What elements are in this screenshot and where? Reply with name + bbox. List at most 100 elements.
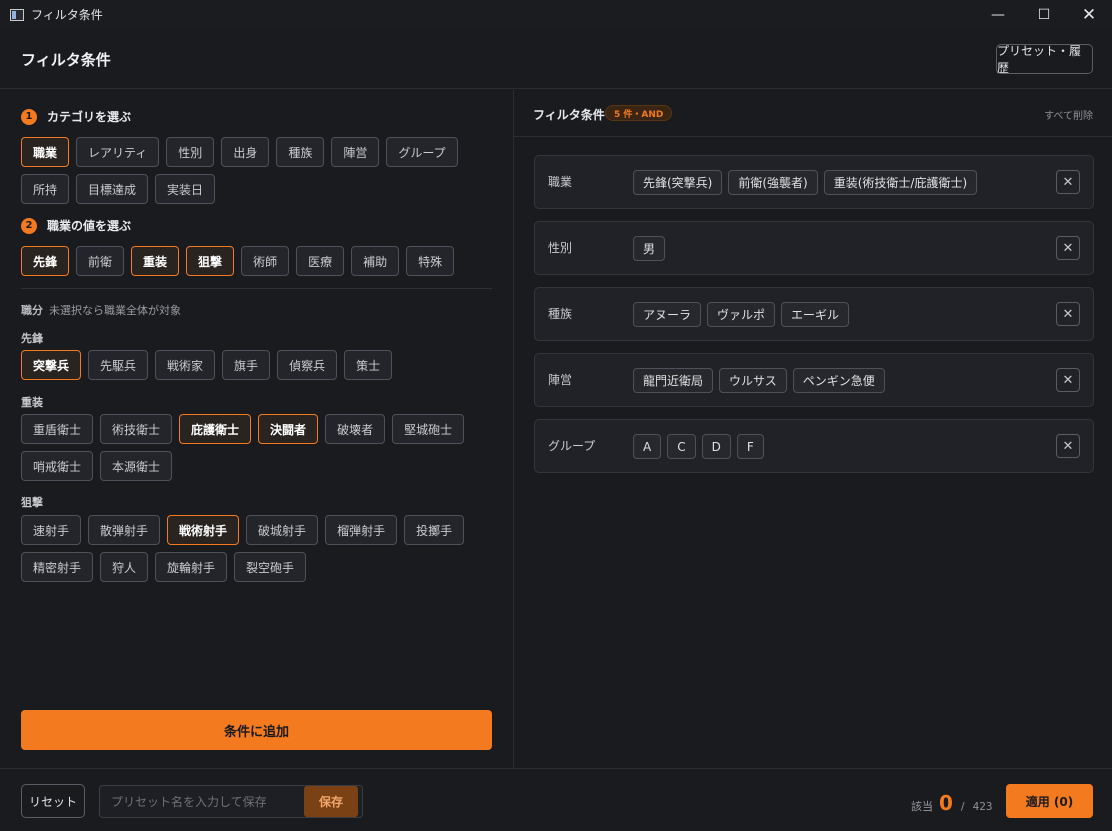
category-chip[interactable]: 職業 [21,137,70,167]
condition-card: 性別 男 ✕ [534,221,1094,275]
value-chips: 先鋒 前衛 重装 狙撃 術師 医療 補助 特殊 [21,246,493,276]
subclass-chip[interactable]: 投擲手 [404,515,465,545]
count-total: 423 [972,800,993,813]
subclass-chip[interactable]: 榴弾射手 [325,515,398,545]
subclass-chip[interactable]: 堅城砲士 [392,414,465,444]
subclass-chip[interactable]: 狩人 [100,552,149,582]
condition-value-tag: C [667,434,696,459]
subclass-chip[interactable]: 裂空砲手 [234,552,307,582]
condition-value-tag: 龍門近衛局 [633,368,714,393]
preset-history-button[interactable]: プリセット・履歴 [996,44,1093,75]
category-chip[interactable]: 目標達成 [76,174,149,204]
group-label: 先鋒 [21,332,43,345]
remove-condition-icon[interactable]: ✕ [1056,236,1080,260]
subclass-chip[interactable]: 戦術家 [155,350,216,380]
step-number: 2 [21,217,37,234]
category-chip[interactable]: 出身 [221,137,270,167]
category-chip[interactable]: 性別 [166,137,215,167]
condition-value-tag: ウルサス [719,368,787,393]
condition-values: アヌーラ ヴァルポ エーギル [633,302,850,327]
divider [514,136,1112,137]
subclass-chips: 速射手 散弾射手 戦術射手 破城射手 榴弾射手 投擲手精密射手 狩人 旋輪射手 裂空砲手 [21,515,493,582]
group-label: 狙撃 [21,496,43,509]
subclass-chip[interactable]: 偵察兵 [277,350,338,380]
reset-button[interactable]: リセット [21,784,85,818]
count-separator: / [960,800,965,813]
subclass-chip[interactable]: 術技衛士 [100,414,173,444]
count-current: 0 [939,791,953,815]
category-chip[interactable]: 実装日 [155,174,216,204]
close-window-icon[interactable]: ✕ [1066,0,1112,29]
subclass-chip[interactable]: 散弾射手 [88,515,161,545]
condition-value-tag: 先鋒(突撃兵) [633,170,723,195]
subclass-chip[interactable]: 突撃兵 [21,350,82,380]
condition-name: 陣営 [548,373,573,387]
page-header: フィルタ条件 プリセット・履歴 [0,29,1112,89]
category-chip[interactable]: グループ [386,137,458,167]
subclass-hint: 未選択なら職業全体が対象 [49,304,181,317]
step-label: 職業の値を選ぶ [47,219,132,233]
condition-card: グループ A C D F ✕ [534,419,1094,473]
subclass-title: 職分 [21,304,43,317]
page-title: フィルタ条件 [21,51,111,69]
condition-value-tag: ヴァルポ [707,302,776,327]
step-label: カテゴリを選ぶ [47,110,132,124]
subclass-chip[interactable]: 重盾衛士 [21,414,94,444]
subclass-chip[interactable]: 哨戒衛士 [21,451,94,481]
category-chips: 職業 レアリティ 性別 出身 種族 陣営 グループ所持 目標達成 実装日 [21,137,493,204]
subclass-chip[interactable]: 決闘者 [258,414,319,444]
condition-value-tag: 男 [633,236,666,261]
window-title: フィルタ条件 [31,8,103,22]
subclass-chips: 突撃兵 先駆兵 戦術家 旗手 偵察兵 策士 [21,350,493,380]
minimize-icon[interactable]: — [975,0,1021,29]
remove-condition-icon[interactable]: ✕ [1056,302,1080,326]
condition-card: 職業 先鋒(突撃兵) 前衛(強襲者) 重装(術技衛士/庇護衛士) ✕ [534,155,1094,209]
subclass-chip[interactable]: 精密射手 [21,552,94,582]
subclass-chip[interactable]: 策士 [344,350,393,380]
subclass-header: 職分 未選択なら職業全体が対象 [21,302,181,318]
category-chip[interactable]: 陣営 [331,137,380,167]
conditions-title: フィルタ条件 [533,108,605,122]
footer-bar: リセット 保存 該当 0 / 423 適用 (0) [0,768,1112,831]
category-chip[interactable]: レアリティ [76,137,160,167]
step-number: 1 [21,108,37,125]
condition-name: グループ [548,439,596,453]
subclass-chip[interactable]: 本源衛士 [100,451,173,481]
step-2-header: 2 職業の値を選ぶ [21,217,131,234]
add-condition-button[interactable]: 条件に追加 [21,710,492,750]
apply-button[interactable]: 適用 (0) [1006,784,1093,818]
value-chip[interactable]: 重装 [131,246,180,276]
condition-value-tag: A [633,434,662,459]
remove-condition-icon[interactable]: ✕ [1056,170,1080,194]
subclass-chip[interactable]: 戦術射手 [167,515,240,545]
save-preset-button[interactable]: 保存 [304,786,358,817]
condition-value-tag: 重装(術技衛士/庇護衛士) [823,170,978,195]
category-chip[interactable]: 所持 [21,174,70,204]
subclass-chip[interactable]: 速射手 [21,515,82,545]
value-chip[interactable]: 前衛 [76,246,125,276]
remove-condition-icon[interactable]: ✕ [1056,368,1080,392]
preset-name-input[interactable] [100,786,305,817]
condition-value-tag: ペンギン急便 [792,368,885,393]
subclass-chip[interactable]: 旗手 [222,350,271,380]
subclass-chip[interactable]: 先駆兵 [88,350,149,380]
value-chip[interactable]: 補助 [351,246,400,276]
value-chip[interactable]: 特殊 [406,246,455,276]
subclass-chip[interactable]: 庇護衛士 [179,414,252,444]
divider [21,288,492,289]
value-chip[interactable]: 術師 [241,246,290,276]
remove-condition-icon[interactable]: ✕ [1056,434,1080,458]
subclass-chips: 重盾衛士 術技衛士 庇護衛士 決闘者 破壊者 堅城砲士哨戒衛士 本源衛士 [21,414,493,481]
condition-values: 龍門近衛局 ウルサス ペンギン急便 [633,368,885,393]
value-chip[interactable]: 狙撃 [186,246,235,276]
maximize-icon[interactable]: ☐ [1021,0,1067,29]
condition-value-tag: アヌーラ [633,302,702,327]
value-chip[interactable]: 医療 [296,246,345,276]
category-chip[interactable]: 種族 [276,137,325,167]
clear-all-link[interactable]: すべて削除 [1044,107,1093,122]
subclass-chip[interactable]: 旋輪射手 [155,552,228,582]
condition-value-tag: D [701,434,731,459]
subclass-chip[interactable]: 破壊者 [325,414,386,444]
subclass-chip[interactable]: 破城射手 [246,515,319,545]
value-chip[interactable]: 先鋒 [21,246,70,276]
